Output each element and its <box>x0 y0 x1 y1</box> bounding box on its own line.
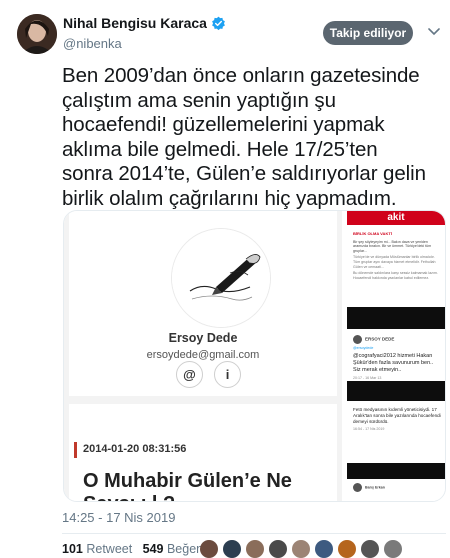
mid-text: Fetö medyasının kıdemli yöneticisiydi. 1… <box>353 407 441 424</box>
news-subheadline: BİRLİK OLMA VAKTİ <box>353 231 392 236</box>
liker-avatar[interactable] <box>315 540 333 558</box>
chevron-down-icon[interactable] <box>428 28 440 36</box>
news-body-text: Bir şey söyleyeyim mi... Bakın dava ve y… <box>353 239 432 253</box>
mid-tweet-block: Fetö medyasının kıdemli yöneticisiydi. 1… <box>353 407 441 432</box>
tweet-line: Ben 2009’dan önce onların gazetesinde <box>62 64 420 87</box>
tweet-timestamp[interactable]: 14:25 - 17 Nis 2019 <box>62 510 175 525</box>
bottom-avatar <box>353 483 362 492</box>
liker-avatar[interactable] <box>269 540 287 558</box>
liker-avatar[interactable] <box>292 540 310 558</box>
profile-email: ersoydede@gmail.com <box>146 349 260 361</box>
verified-badge-icon <box>212 16 225 30</box>
tweet-line: sonra 2014’te, Gülen’e saldırıyorlar gel… <box>62 162 426 185</box>
mid-meta: 16:54 - 17 Nis 2019 <box>353 427 385 432</box>
user-avatar-icon <box>17 14 57 54</box>
liker-avatar[interactable] <box>200 540 218 558</box>
akit-logo: akit <box>347 211 445 225</box>
author-name[interactable]: Nihal Bengisu Karaca <box>63 15 207 31</box>
pen-illustration <box>172 229 270 327</box>
liker-avatar[interactable] <box>384 540 402 558</box>
quote-handle: @ersoydede <box>353 346 374 350</box>
tweet-media[interactable]: Ersoy Dede ersoydede@gmail.com @ i 2014-… <box>63 210 446 502</box>
redacted-bar <box>347 307 445 329</box>
info-button: i <box>214 361 241 388</box>
mention-button: @ <box>176 361 203 388</box>
article-date: 2014-01-20 08:31:56 <box>83 443 187 455</box>
date-accent-bar <box>74 442 77 458</box>
quote-tweet-block: ERSOY DEDE @ersoydede @cografyaci2012 hi… <box>353 335 441 380</box>
profile-card: Ersoy Dede ersoydede@gmail.com @ i <box>69 211 337 396</box>
tweet-line: çalıştım ama senin yaptığın şu <box>62 88 336 112</box>
redacted-bar <box>347 381 445 401</box>
tweet-line: aklıma bile gelmedi. Hele 17/25’ten <box>62 137 378 161</box>
author-avatar[interactable] <box>17 14 57 54</box>
media-image-right[interactable]: akit BİRLİK OLMA VAKTİ Bir şey söyleyeyi… <box>347 211 445 501</box>
author-handle[interactable]: @nibenka <box>63 36 122 51</box>
bottom-tweet-block: Barış Erkan <box>353 483 441 492</box>
liker-avatar[interactable] <box>361 540 379 558</box>
redacted-bar <box>347 463 445 479</box>
retweet-label[interactable]: Retweet <box>86 542 132 556</box>
quote-reply-text: @cografyaci2012 hizmeti Hakan Şükür'den … <box>353 352 434 373</box>
tweet-line: birlik olalım çağrılarını hiç yapmadım. <box>62 186 397 210</box>
pen-writing-icon <box>172 229 270 327</box>
tweet-stats[interactable]: 101 Retweet 549 Beğeni <box>62 542 206 556</box>
like-count[interactable]: 549 <box>143 542 164 556</box>
following-button[interactable]: Takip ediliyor <box>323 21 413 45</box>
media-image-left[interactable]: Ersoy Dede ersoydede@gmail.com @ i 2014-… <box>64 211 342 501</box>
profile-name: Ersoy Dede <box>168 331 238 345</box>
quote-avatar <box>353 335 362 344</box>
liker-avatar[interactable] <box>246 540 264 558</box>
article-headline-cut: Sayşı ı l ? <box>83 491 175 501</box>
tweet-text: Ben 2009’dan önce onların gazetesinde ça… <box>62 64 442 211</box>
tweet-line: hocaefendi! güzellemelerini yapmak <box>62 113 385 136</box>
author-name-row[interactable]: Nihal Bengisu Karaca <box>63 15 226 31</box>
liker-avatar[interactable] <box>338 540 356 558</box>
quote-author: ERSOY DEDE <box>365 336 395 342</box>
liker-avatar[interactable] <box>223 540 241 558</box>
bottom-author: Barış Erkan <box>365 485 385 490</box>
retweet-count[interactable]: 101 <box>62 542 83 556</box>
liker-avatars[interactable] <box>200 540 407 558</box>
article-card: 2014-01-20 08:31:56 O Muhabir Gülen’e Ne… <box>69 404 337 501</box>
news-text-block: BİRLİK OLMA VAKTİ Bir şey söyleyeyim mi.… <box>353 229 441 280</box>
quote-meta: 20:17 - 16 Mar 13 <box>353 375 382 380</box>
divider <box>62 533 446 534</box>
